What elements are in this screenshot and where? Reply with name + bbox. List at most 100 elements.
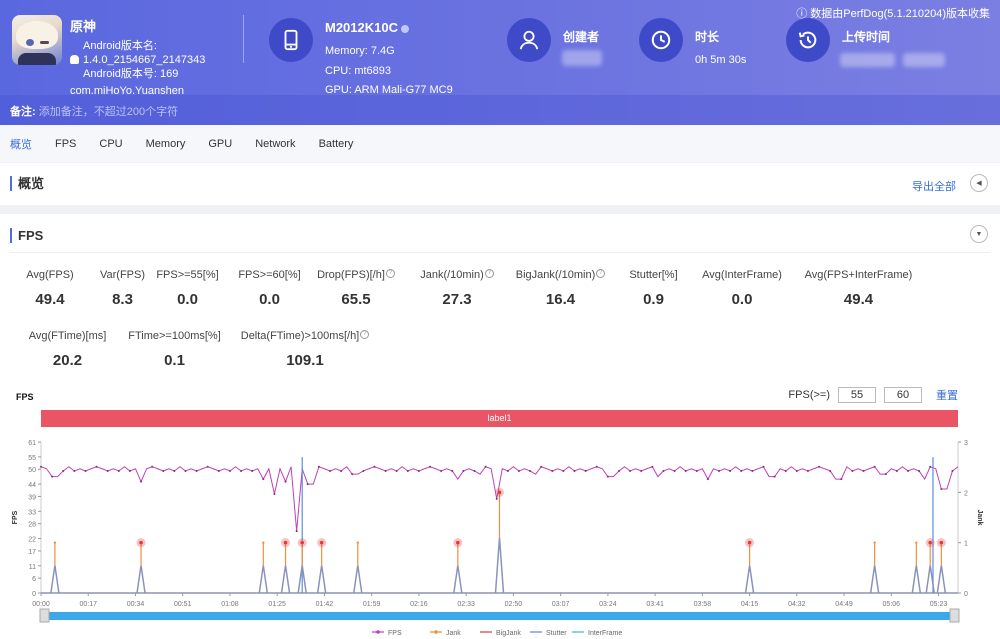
stat-label: FPS>=55[%] (150, 269, 225, 281)
x-tick-label: 00:00 (32, 601, 50, 608)
stat-value: 0.9 (643, 291, 664, 308)
fps-point (540, 465, 543, 468)
jank-marker (915, 541, 918, 544)
stat-label-text: BigJank(/10min) (515, 269, 596, 281)
bigjank-marker (747, 540, 752, 545)
overview-title: 概览 (10, 176, 44, 191)
fps-point (440, 469, 443, 472)
fps-point (295, 530, 298, 533)
tab-overview[interactable]: 概览 (10, 136, 32, 152)
stat-fps-55: FPS>=55[%] 0.0 (150, 269, 225, 308)
jank-base-peak (911, 565, 922, 594)
stat-jank-10min: Jank(/10min)? 27.3 (417, 269, 497, 308)
fps-point (284, 480, 287, 483)
fps-point (328, 469, 331, 472)
tab-cpu[interactable]: CPU (99, 138, 122, 150)
tab-bar: 概览 FPS CPU Memory GPU Network Battery (0, 125, 1000, 162)
version-name: 1.4.0_2154667_2147343 (83, 54, 206, 66)
fps-point (106, 469, 109, 472)
stat-fps-60: FPS>=60[%] 0.0 (232, 269, 307, 308)
x-tick-label: 01:42 (316, 601, 334, 608)
stat-label: Drop(FPS)[/h]? (316, 269, 396, 281)
stat-value: 0.0 (731, 291, 753, 308)
fps-point (862, 469, 865, 472)
upload-time-label: 上传时间 (842, 30, 891, 44)
fps-point (684, 469, 687, 472)
remark-input[interactable]: 添加备注，不超过200个字符 (39, 106, 178, 118)
tab-gpu[interactable]: GPU (208, 138, 232, 150)
fps-point (51, 475, 54, 478)
y-tick-label: 0 (32, 591, 36, 598)
fps-point (562, 469, 565, 472)
y2-tick-label: 1 (964, 541, 968, 548)
fps-point (506, 469, 509, 472)
android-icon (70, 55, 79, 64)
collapse-down-icon[interactable]: ▼ (970, 225, 988, 243)
stat-label: Delta(FTime)>100ms[/h]? (240, 330, 370, 342)
fps-point (718, 469, 721, 472)
help-icon[interactable]: ? (484, 269, 494, 278)
info-icon[interactable] (401, 24, 409, 33)
fps-point (762, 465, 765, 468)
tab-memory[interactable]: Memory (146, 138, 186, 150)
help-icon[interactable]: ? (360, 330, 370, 339)
stat-delta-ftime-100ms-h: Delta(FTime)>100ms[/h]? 109.1 (240, 330, 370, 369)
stat-value: 49.4 (35, 291, 65, 308)
fps-point (162, 469, 165, 472)
x-tick-label: 02:50 (505, 601, 523, 608)
report-header: 原神 Android版本名: 1.4.0_2154667_2147343 And… (0, 0, 1000, 125)
stat-value: 16.4 (545, 291, 576, 308)
fps-point (128, 469, 131, 472)
legend-marker (434, 630, 438, 634)
jank-base-peak (316, 565, 327, 594)
stat-value: 0.0 (259, 291, 280, 308)
fps-point (40, 465, 42, 468)
fps-point (706, 478, 709, 481)
stat-label: Jank(/10min)? (417, 269, 497, 281)
stat-label: FTime>=100ms[%] (122, 330, 227, 342)
bigjank-marker (139, 540, 143, 545)
stat-value: 27.3 (442, 291, 472, 308)
data-source-note: ⓘ 数据由PerfDog(5.1.210204)版本收集 (796, 8, 990, 20)
jank-base-peak (494, 537, 505, 594)
fps-point (140, 480, 143, 483)
fps-point (595, 465, 598, 468)
stat-avg-interframe: Avg(InterFrame) 0.0 (697, 269, 787, 308)
stat-label: BigJank(/10min)? (513, 269, 608, 281)
legend-label-jank: Jank (446, 630, 461, 637)
stat-value: 0.1 (164, 352, 185, 369)
fps-point (940, 488, 943, 491)
creator-label: 创建者 (563, 30, 600, 44)
fps-point (384, 469, 387, 472)
tab-network[interactable]: Network (255, 138, 295, 150)
fps-point (629, 469, 632, 472)
stat-drop-fps-h: Drop(FPS)[/h]? 65.5 (316, 269, 396, 308)
collapse-left-icon[interactable]: ◀ (970, 174, 988, 192)
fps-point (117, 469, 120, 472)
bigjank-marker (319, 540, 324, 545)
history-icon (786, 18, 830, 62)
help-icon[interactable]: ? (385, 269, 395, 278)
zoom-handle-right (949, 608, 960, 623)
stat-label-text: FPS>=55[%] (156, 269, 219, 281)
user-icon (507, 18, 551, 62)
jank-base-peak (50, 565, 60, 594)
help-icon[interactable]: ? (596, 269, 606, 278)
zoom-handle-left (39, 608, 50, 623)
stat-label-text: Avg(FPS) (26, 269, 74, 281)
x-tick-label: 00:34 (127, 601, 145, 608)
header-divider (243, 15, 244, 63)
fps-point (584, 469, 587, 472)
x-tick-label: 00:51 (174, 601, 192, 608)
y-tick-label: 39 (28, 494, 36, 501)
stat-value: 20.2 (52, 352, 83, 369)
y-tick-label: 61 (28, 440, 36, 447)
stat-label-text: Avg(FTime)[ms] (28, 330, 107, 342)
fps-point (95, 465, 98, 468)
tab-fps[interactable]: FPS (55, 138, 76, 150)
stat-label: Stutter[%] (626, 269, 681, 281)
legend-label-stutter: Stutter (546, 630, 567, 637)
tab-battery[interactable]: Battery (319, 138, 354, 150)
export-all-link[interactable]: 导出全部 (912, 178, 956, 194)
stat-label: FPS>=60[%] (232, 269, 307, 281)
